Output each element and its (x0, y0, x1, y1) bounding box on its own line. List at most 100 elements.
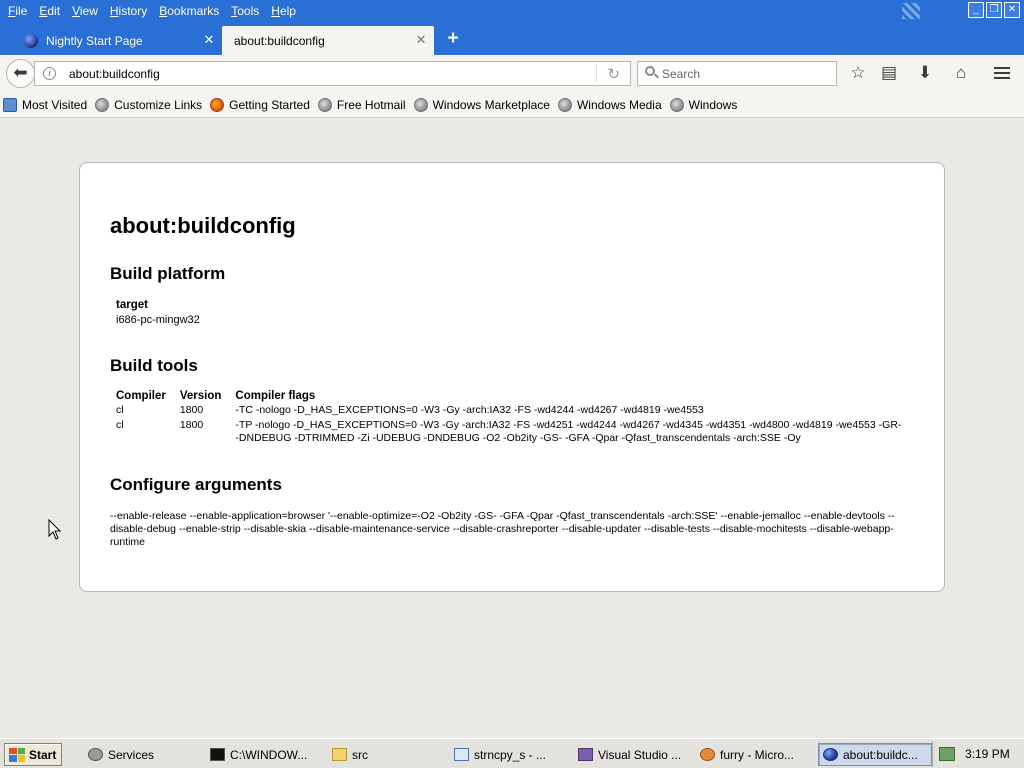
build-platform-heading: Build platform (110, 264, 226, 283)
task-label: src (352, 747, 368, 762)
menu-file[interactable]: File (2, 1, 33, 21)
paint-icon (700, 748, 715, 761)
compiler-cell: cl (116, 404, 124, 416)
task-label: strncpy_s - ... (474, 747, 547, 762)
search-bar[interactable] (637, 61, 837, 86)
platform-target-label: target (116, 299, 148, 311)
taskbar-item-paint[interactable]: furry - Micro... (696, 743, 812, 766)
compiler-cell: cl (116, 419, 124, 431)
close-tab-icon[interactable]: ✕ (414, 33, 428, 47)
menu-history-rest: istory (118, 4, 148, 18)
visual-studio-icon (578, 748, 593, 761)
tab-label: about:buildconfig (234, 33, 325, 48)
build-tools-table: Compiler Version Compiler flags cl 1800 … (114, 389, 903, 447)
task-label: about:buildc... (843, 747, 918, 762)
taskbar-item-services[interactable]: Services (84, 743, 200, 766)
globe-icon (95, 97, 110, 112)
menu-help[interactable]: Help (265, 1, 302, 21)
configure-arguments-heading: Configure arguments (110, 475, 282, 494)
download-arrow-icon[interactable]: ⬇ (913, 61, 937, 85)
taskbar: Start Services C:\WINDOW... src strncpy_… (0, 738, 1024, 768)
menu-view[interactable]: View (66, 1, 104, 21)
titlebar-decoration (902, 3, 920, 19)
nightly-icon (24, 33, 38, 48)
bookmark-getting-started[interactable]: Getting Started (210, 97, 310, 112)
url-bar[interactable]: i about:buildconfig ↻ (34, 61, 631, 86)
start-button[interactable]: Start (4, 743, 62, 766)
taskbar-item-strncpy[interactable]: strncpy_s - ... (450, 743, 566, 766)
site-info-icon[interactable]: i (43, 67, 56, 80)
menu-edit-rest: dit (47, 4, 61, 18)
task-label: Services (108, 747, 155, 762)
system-tray: 3:19 PM (932, 741, 1024, 767)
menu-history[interactable]: History (104, 1, 153, 21)
platform-target-value: i686-pc-mingw32 (116, 314, 200, 326)
bookmarks-menu-icon[interactable]: ▤ (877, 61, 901, 85)
bookmark-windows-media[interactable]: Windows Media (557, 97, 662, 112)
globe-icon (317, 97, 332, 112)
menu-tools[interactable]: Tools (225, 1, 265, 21)
menu-bookmarks-rest: ookmarks (167, 4, 220, 18)
start-label: Start (29, 747, 57, 762)
taskbar-item-src[interactable]: src (328, 743, 444, 766)
version-cell: 1800 (179, 419, 204, 431)
page-viewport: about:buildconfig Build platform target … (0, 119, 1024, 738)
gears-icon (88, 748, 103, 761)
minimize-icon[interactable]: _ (968, 2, 984, 18)
taskbar-item-nightly[interactable]: about:buildc... (818, 743, 932, 766)
globe-icon (557, 97, 572, 112)
configure-arguments-text: --enable-release --enable-application=br… (110, 510, 895, 548)
globe-icon (413, 97, 428, 112)
bookmark-free-hotmail[interactable]: Free Hotmail (317, 97, 406, 112)
build-tools-heading: Build tools (110, 356, 198, 375)
close-window-icon[interactable]: ✕ (1004, 2, 1020, 18)
menu-bookmarks[interactable]: Bookmarks (153, 1, 225, 21)
globe-icon (669, 97, 684, 112)
firefox-icon (210, 97, 225, 112)
clock: 3:19 PM (965, 747, 1010, 761)
bookmark-label: Windows Media (576, 97, 662, 112)
task-label: Visual Studio ... (598, 747, 682, 762)
table-header-row: Compiler Version Compiler flags (114, 389, 903, 404)
window-controls: _ ❐ ✕ (968, 2, 1020, 18)
bookmark-star-icon[interactable]: ☆ (846, 61, 870, 85)
task-label: furry - Micro... (720, 747, 794, 762)
bookmark-label: Windows Marketplace (432, 97, 550, 112)
close-tab-icon[interactable]: ✕ (202, 33, 216, 47)
page-title: about:buildconfig (110, 213, 296, 238)
bookmark-label: Free Hotmail (336, 97, 406, 112)
reload-icon[interactable]: ↻ (607, 65, 620, 83)
taskbar-item-visual-studio[interactable]: Visual Studio ... (574, 743, 690, 766)
bookmark-label: Windows (688, 97, 738, 112)
column-header-compiler-flags: Compiler flags (235, 390, 316, 402)
menu-edit[interactable]: Edit (33, 1, 66, 21)
search-input[interactable] (662, 66, 830, 81)
bookmark-customize-links[interactable]: Customize Links (95, 97, 203, 112)
url-text[interactable]: about:buildconfig (69, 67, 160, 81)
bookmarks-toolbar: Most Visited Customize Links Getting Sta… (0, 92, 1024, 118)
title-bar: File Edit View History Bookmarks Tools H… (0, 0, 1024, 23)
tab-nightly-start-page[interactable]: Nightly Start Page ✕ (0, 26, 222, 55)
urlbar-divider (596, 65, 597, 82)
home-icon[interactable]: ⌂ (949, 61, 973, 85)
taskbar-item-console[interactable]: C:\WINDOW... (206, 743, 322, 766)
table-row: cl 1800 -TC -nologo -D_HAS_EXCEPTIONS=0 … (114, 404, 903, 419)
bookmark-windows[interactable]: Windows (669, 97, 738, 112)
task-label: C:\WINDOW... (230, 747, 308, 762)
bookmark-windows-marketplace[interactable]: Windows Marketplace (413, 97, 550, 112)
back-arrow-icon[interactable]: ⬅ (6, 59, 35, 88)
bookmark-label: Customize Links (114, 97, 203, 112)
navigation-bar: i about:buildconfig ↻ ⬅ ☆ ▤ ⬇ ⌂ (0, 55, 1024, 92)
menu-tools-rest: ools (237, 4, 260, 18)
hamburger-menu-icon[interactable] (990, 61, 1014, 85)
tab-about-buildconfig[interactable]: about:buildconfig ✕ (222, 26, 434, 55)
nightly-icon (823, 748, 838, 761)
menu-file-rest: ile (15, 4, 28, 18)
new-tab-plus-icon[interactable]: + (442, 29, 464, 51)
bookmark-most-visited[interactable]: Most Visited (3, 97, 87, 112)
column-header-compiler: Compiler (116, 390, 166, 402)
column-header-version: Version (179, 390, 222, 402)
search-icon (645, 66, 659, 80)
restore-icon[interactable]: ❐ (986, 2, 1002, 18)
network-icon[interactable] (939, 747, 955, 761)
